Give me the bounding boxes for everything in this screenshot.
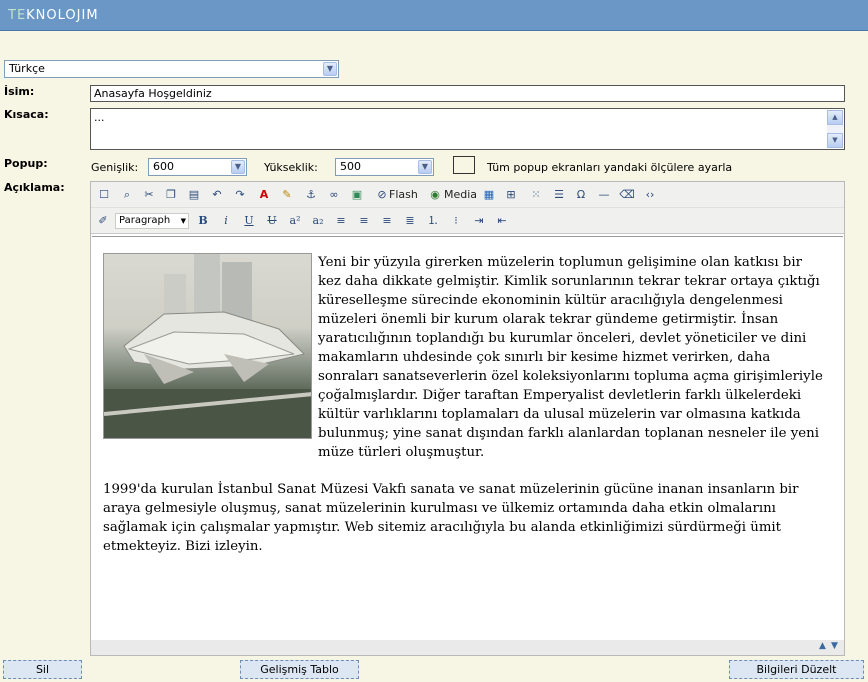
yukseklik-select[interactable]: 500 ▼ bbox=[335, 158, 434, 176]
top-banner: TEKNOLOJIM bbox=[0, 0, 868, 31]
text-color-icon[interactable]: A bbox=[256, 187, 272, 203]
popup-checkbox-label: Tüm popup ekranları yandaki ölçülere aya… bbox=[487, 161, 733, 174]
media-icon[interactable]: ◉ bbox=[427, 187, 443, 203]
scroll-up-icon[interactable]: ▲ bbox=[827, 110, 843, 125]
sil-button[interactable]: Sil bbox=[3, 660, 82, 679]
redo-icon[interactable]: ↷ bbox=[232, 187, 248, 203]
align-center-icon[interactable]: ≡ bbox=[356, 213, 372, 229]
align-left-icon[interactable]: ≡ bbox=[333, 213, 349, 229]
italic-icon[interactable]: i bbox=[218, 213, 234, 229]
chevron-down-icon: ▼ bbox=[180, 217, 186, 225]
editor-content[interactable]: Yeni bir yüzyıla girerken müzelerin topl… bbox=[92, 236, 843, 641]
editor-resize-bar[interactable]: ▲ ▼ bbox=[91, 640, 844, 655]
isim-input[interactable]: Anasayfa Hoşgeldiniz bbox=[90, 85, 845, 102]
horizontal-rule-icon[interactable]: — bbox=[596, 187, 612, 203]
style-edit-icon[interactable]: ✐ bbox=[95, 213, 111, 229]
outdent-icon[interactable]: ⇤ bbox=[494, 213, 510, 229]
chevron-down-icon: ▼ bbox=[231, 160, 245, 174]
editor-toolbar-2: ✐ Paragraph ▼ B i U U a² a₂ ≡ ≡ ≡ ≣ ⒈ ⁝ … bbox=[91, 208, 844, 234]
paste-icon[interactable]: ▤ bbox=[186, 187, 202, 203]
image-icon[interactable]: ▣ bbox=[349, 187, 365, 203]
content-paragraph-2: 1999'da kurulan İstanbul Sanat Müzesi Va… bbox=[103, 482, 799, 554]
content-paragraph-1: Yeni bir yüzyıla girerken müzelerin topl… bbox=[318, 255, 823, 460]
arrow-up-icon[interactable]: ▲ bbox=[819, 641, 826, 651]
chevron-down-icon: ▼ bbox=[418, 160, 432, 174]
subscript-icon[interactable]: a₂ bbox=[310, 213, 326, 229]
genislik-select[interactable]: 600 ▼ bbox=[148, 158, 247, 176]
strikethrough-icon[interactable]: U bbox=[264, 213, 280, 229]
underline-icon[interactable]: U bbox=[241, 213, 257, 229]
background-color-icon[interactable]: ✎ bbox=[279, 187, 295, 203]
bullet-list-icon[interactable]: ⁝ bbox=[448, 213, 464, 229]
indent-icon[interactable]: ⇥ bbox=[471, 213, 487, 229]
popup-label: Popup: bbox=[4, 157, 48, 170]
rich-text-editor[interactable]: ☐ ⌕ ✂ ❐ ▤ ↶ ↷ A ✎ ⚓ ∞ ▣ ⊘ Flash ◉ Media … bbox=[90, 181, 845, 656]
cut-icon[interactable]: ✂ bbox=[141, 187, 157, 203]
grid-icon[interactable]: ⁙ bbox=[528, 187, 544, 203]
form-icon[interactable]: ☰ bbox=[551, 187, 567, 203]
media-label[interactable]: Media bbox=[444, 188, 477, 201]
editor-toolbar-1: ☐ ⌕ ✂ ❐ ▤ ↶ ↷ A ✎ ⚓ ∞ ▣ ⊘ Flash ◉ Media … bbox=[91, 182, 844, 208]
special-char-icon[interactable]: Ω bbox=[573, 187, 589, 203]
museum-model-photo bbox=[103, 253, 312, 439]
isim-label: İsim: bbox=[4, 85, 35, 98]
table-icon[interactable]: ▦ bbox=[481, 187, 497, 203]
kisaca-label: Kısaca: bbox=[4, 108, 49, 121]
format-select[interactable]: Paragraph ▼ bbox=[115, 213, 189, 229]
align-justify-icon[interactable]: ≣ bbox=[402, 213, 418, 229]
gelismis-tablo-button[interactable]: Gelişmiş Tablo bbox=[240, 660, 359, 679]
undo-icon[interactable]: ↶ bbox=[209, 187, 225, 203]
numbered-list-icon[interactable]: ⒈ bbox=[425, 213, 441, 229]
scroll-down-icon[interactable]: ▼ bbox=[827, 133, 843, 148]
align-right-icon[interactable]: ≡ bbox=[379, 213, 395, 229]
copy-icon[interactable]: ❐ bbox=[163, 187, 179, 203]
genislik-label: Genişlik: bbox=[91, 161, 139, 174]
find-icon[interactable]: ⌕ bbox=[119, 187, 135, 203]
flash-label[interactable]: Flash bbox=[389, 188, 418, 201]
new-document-icon[interactable]: ☐ bbox=[96, 187, 112, 203]
kisaca-textarea[interactable]: ... ▲ ▼ bbox=[90, 108, 845, 150]
anchor-icon[interactable]: ⚓ bbox=[303, 187, 319, 203]
table-edit-icon[interactable]: ⊞ bbox=[503, 187, 519, 203]
bilgileri-duzelt-button[interactable]: Bilgileri Düzelt bbox=[729, 660, 864, 679]
source-code-icon[interactable]: ‹› bbox=[642, 187, 658, 203]
aciklama-label: Açıklama: bbox=[4, 181, 65, 194]
language-select[interactable]: Türkçe ▼ bbox=[4, 60, 339, 78]
yukseklik-label: Yükseklik: bbox=[264, 161, 318, 174]
bold-icon[interactable]: B bbox=[195, 213, 211, 229]
arrow-down-icon[interactable]: ▼ bbox=[831, 641, 838, 651]
link-icon[interactable]: ∞ bbox=[326, 187, 342, 203]
chevron-down-icon: ▼ bbox=[323, 62, 337, 76]
logo: TEKNOLOJIM bbox=[8, 8, 99, 23]
flash-icon[interactable]: ⊘ bbox=[374, 187, 390, 203]
kisaca-scrollbar[interactable]: ▲ ▼ bbox=[827, 110, 843, 148]
popup-all-checkbox[interactable] bbox=[453, 156, 475, 174]
superscript-icon[interactable]: a² bbox=[287, 213, 303, 229]
eraser-icon[interactable]: ⌫ bbox=[619, 187, 635, 203]
